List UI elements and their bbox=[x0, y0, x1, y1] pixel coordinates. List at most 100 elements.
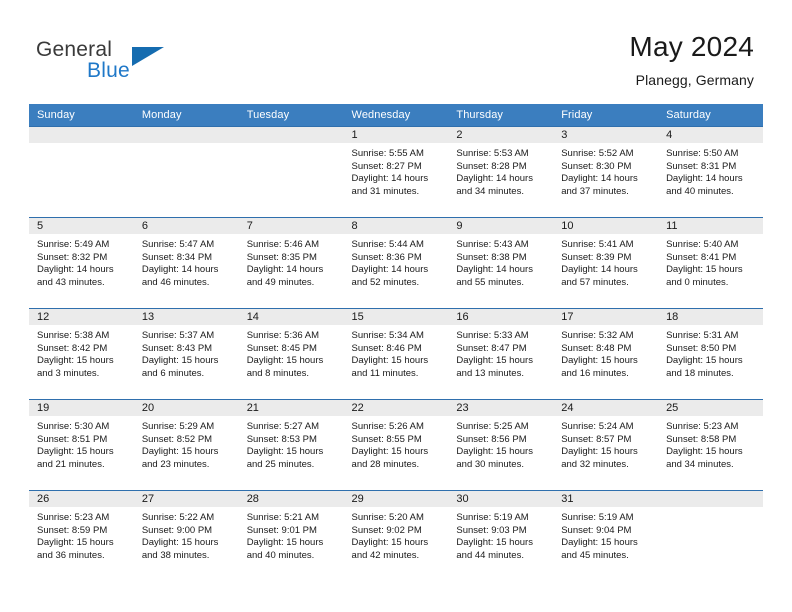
calendar-day-cell[interactable]: 18 Sunrise: 5:31 AM Sunset: 8:50 PM Dayligh… bbox=[658, 308, 763, 400]
calendar-day-cell[interactable]: 17 Sunrise: 5:32 AM Sunset: 8:48 PM Dayligh… bbox=[553, 308, 659, 400]
calendar-day-cell[interactable]: 10 Sunrise: 5:41 AM Sunset: 8:39 PM Dayligh… bbox=[553, 217, 659, 309]
day-detail-line: and 52 minutes. bbox=[351, 276, 420, 288]
calendar-day-cell[interactable]: 19 Sunrise: 5:30 AM Sunset: 8:51 PM Dayligh… bbox=[29, 399, 134, 491]
logo-triangle-icon bbox=[132, 47, 164, 66]
day-detail-line: Daylight: 15 hours bbox=[666, 264, 743, 276]
day-detail-line: Sunrise: 5:25 AM bbox=[456, 421, 529, 432]
day-detail-line: Sunrise: 5:41 AM bbox=[561, 239, 634, 250]
logo-text-blue: Blue bbox=[87, 59, 130, 82]
day-detail-line: Daylight: 14 hours bbox=[666, 173, 743, 185]
day-details: Sunrise: 5:46 AM Sunset: 8:35 PM Daylight:… bbox=[239, 234, 344, 289]
day-detail-line: Sunrise: 5:44 AM bbox=[351, 239, 424, 250]
calendar-empty-cell bbox=[133, 126, 239, 218]
day-number: 4 bbox=[658, 127, 763, 143]
day-number: 2 bbox=[448, 127, 554, 143]
day-details: Sunrise: 5:32 AM Sunset: 8:48 PM Daylight:… bbox=[553, 325, 658, 380]
calendar-day-cell[interactable]: 21 Sunrise: 5:27 AM Sunset: 8:53 PM Dayligh… bbox=[238, 399, 344, 491]
weekday-header-saturday: Saturday bbox=[658, 104, 763, 127]
calendar-day-cell[interactable]: 7 Sunrise: 5:46 AM Sunset: 8:35 PM Daylight… bbox=[238, 217, 344, 309]
day-detail-line: Sunset: 8:53 PM bbox=[246, 433, 317, 445]
day-detail-line: and 34 minutes. bbox=[666, 458, 734, 470]
day-detail-line: Daylight: 15 hours bbox=[37, 537, 114, 549]
calendar-day-cell[interactable]: 24 Sunrise: 5:24 AM Sunset: 8:57 PM Dayligh… bbox=[553, 399, 659, 491]
day-details: Sunrise: 5:21 AM Sunset: 9:01 PM Daylight:… bbox=[239, 507, 344, 562]
day-detail-line: Sunset: 8:43 PM bbox=[141, 342, 213, 354]
calendar-day-cell[interactable]: 25 Sunrise: 5:23 AM Sunset: 8:58 PM Dayligh… bbox=[658, 399, 763, 491]
calendar-day-cell[interactable]: 26 Sunrise: 5:23 AM Sunset: 8:59 PM Dayligh… bbox=[29, 490, 134, 581]
day-details: Sunrise: 5:22 AM Sunset: 9:00 PM Daylight:… bbox=[134, 507, 239, 562]
calendar-day-cell[interactable]: 15 Sunrise: 5:34 AM Sunset: 8:46 PM Dayligh… bbox=[343, 308, 449, 400]
calendar-day-cell[interactable]: 23 Sunrise: 5:25 AM Sunset: 8:56 PM Dayligh… bbox=[448, 399, 554, 491]
calendar-day-cell[interactable]: 28 Sunrise: 5:21 AM Sunset: 9:01 PM Dayligh… bbox=[238, 490, 344, 581]
weekday-header-row: Sunday Monday Tuesday Wednesday Thursday… bbox=[29, 104, 763, 127]
day-detail-line: Sunrise: 5:23 AM bbox=[37, 512, 110, 523]
day-detail-line: Sunrise: 5:50 AM bbox=[666, 148, 739, 159]
calendar-day-cell[interactable]: 6 Sunrise: 5:47 AM Sunset: 8:34 PM Daylight… bbox=[133, 217, 239, 309]
calendar-day-cell[interactable]: 8 Sunrise: 5:44 AM Sunset: 8:36 PM Daylight… bbox=[343, 217, 449, 309]
calendar-day-cell[interactable]: 29 Sunrise: 5:20 AM Sunset: 9:02 PM Dayligh… bbox=[343, 490, 449, 581]
day-detail-line: Daylight: 15 hours bbox=[666, 355, 743, 367]
calendar-head: Sunday Monday Tuesday Wednesday Thursday… bbox=[29, 104, 763, 127]
day-number: 26 bbox=[29, 491, 134, 507]
weekday-header-tuesday: Tuesday bbox=[238, 104, 344, 127]
calendar-grid: Sunday Monday Tuesday Wednesday Thursday… bbox=[29, 104, 763, 581]
calendar-day-cell[interactable]: 30 Sunrise: 5:19 AM Sunset: 9:03 PM Dayligh… bbox=[448, 490, 554, 581]
day-number: 13 bbox=[133, 309, 239, 325]
day-detail-line: and 46 minutes. bbox=[141, 276, 210, 288]
weekday-header-monday: Monday bbox=[133, 104, 239, 127]
day-detail-line: Sunrise: 5:47 AM bbox=[141, 239, 215, 250]
day-detail-line: Sunset: 8:35 PM bbox=[246, 251, 317, 263]
calendar-day-cell[interactable]: 16 Sunrise: 5:33 AM Sunset: 8:47 PM Dayligh… bbox=[448, 308, 554, 400]
day-detail-line: Sunset: 8:57 PM bbox=[561, 433, 632, 445]
page-subtitle: Planegg, Germany bbox=[635, 72, 754, 88]
calendar-day-cell[interactable]: 14 Sunrise: 5:36 AM Sunset: 8:45 PM Dayligh… bbox=[238, 308, 344, 400]
calendar-day-cell[interactable]: 22 Sunrise: 5:26 AM Sunset: 8:55 PM Dayligh… bbox=[343, 399, 449, 491]
day-detail-line: Sunset: 8:50 PM bbox=[666, 342, 737, 354]
day-detail-line: Sunrise: 5:33 AM bbox=[456, 330, 529, 341]
calendar-day-cell[interactable]: 11 Sunrise: 5:40 AM Sunset: 8:41 PM Dayligh… bbox=[658, 217, 763, 309]
day-detail-line: and 0 minutes. bbox=[666, 276, 729, 288]
day-detail-line: and 3 minutes. bbox=[37, 367, 100, 379]
day-detail-line: Sunrise: 5:52 AM bbox=[561, 148, 634, 159]
calendar-day-cell[interactable]: 4 Sunrise: 5:50 AM Sunset: 8:31 PM Daylight… bbox=[658, 126, 763, 218]
calendar-day-cell[interactable]: 20 Sunrise: 5:29 AM Sunset: 8:52 PM Dayligh… bbox=[133, 399, 239, 491]
calendar-day-cell[interactable]: 27 Sunrise: 5:22 AM Sunset: 9:00 PM Dayligh… bbox=[133, 490, 239, 581]
day-detail-line: Daylight: 15 hours bbox=[351, 446, 429, 458]
day-detail-line: Sunset: 8:58 PM bbox=[666, 433, 737, 445]
day-details: Sunrise: 5:23 AM Sunset: 8:59 PM Daylight:… bbox=[29, 507, 134, 562]
day-detail-line: Sunrise: 5:23 AM bbox=[666, 421, 739, 432]
day-number: 15 bbox=[343, 309, 449, 325]
calendar-table: Sunday Monday Tuesday Wednesday Thursday… bbox=[29, 104, 763, 581]
day-detail-line: Daylight: 14 hours bbox=[246, 264, 324, 276]
day-detail-line: Daylight: 14 hours bbox=[351, 264, 429, 276]
day-detail-line: and 21 minutes. bbox=[37, 458, 105, 470]
calendar-day-cell[interactable]: 31 Sunrise: 5:19 AM Sunset: 9:04 PM Dayligh… bbox=[553, 490, 659, 581]
general-blue-logo[interactable]: General Blue bbox=[36, 38, 236, 88]
day-number: 6 bbox=[133, 218, 239, 234]
weekday-header-wednesday: Wednesday bbox=[343, 104, 449, 127]
day-number: 20 bbox=[133, 400, 239, 416]
day-number: 7 bbox=[238, 218, 344, 234]
day-details: Sunrise: 5:27 AM Sunset: 8:53 PM Daylight:… bbox=[239, 416, 344, 471]
calendar-day-cell[interactable]: 12 Sunrise: 5:38 AM Sunset: 8:42 PM Dayligh… bbox=[29, 308, 134, 400]
calendar-day-cell[interactable]: 9 Sunrise: 5:43 AM Sunset: 8:38 PM Daylight… bbox=[448, 217, 554, 309]
calendar-day-cell[interactable]: 2 Sunrise: 5:53 AM Sunset: 8:28 PM Daylight… bbox=[448, 126, 554, 218]
day-details: Sunrise: 5:20 AM Sunset: 9:02 PM Daylight:… bbox=[344, 507, 449, 562]
day-detail-line: Sunrise: 5:40 AM bbox=[666, 239, 739, 250]
day-detail-line: Sunrise: 5:29 AM bbox=[141, 421, 215, 432]
day-detail-line: Daylight: 15 hours bbox=[456, 537, 533, 549]
day-detail-line: Daylight: 15 hours bbox=[141, 446, 219, 458]
day-detail-line: Sunset: 9:01 PM bbox=[246, 524, 317, 536]
day-details: Sunrise: 5:50 AM Sunset: 8:31 PM Daylight:… bbox=[658, 143, 763, 198]
calendar-day-cell[interactable]: 13 Sunrise: 5:37 AM Sunset: 8:43 PM Dayligh… bbox=[133, 308, 239, 400]
calendar-day-cell[interactable]: 3 Sunrise: 5:52 AM Sunset: 8:30 PM Daylight… bbox=[553, 126, 659, 218]
day-detail-line: Sunset: 8:45 PM bbox=[246, 342, 317, 354]
day-details: Sunrise: 5:41 AM Sunset: 8:39 PM Daylight:… bbox=[553, 234, 658, 289]
day-details: Sunrise: 5:31 AM Sunset: 8:50 PM Daylight:… bbox=[658, 325, 763, 380]
day-detail-line: Sunset: 8:55 PM bbox=[351, 433, 422, 445]
calendar-day-cell[interactable]: 1 Sunrise: 5:55 AM Sunset: 8:27 PM Daylight… bbox=[343, 126, 449, 218]
day-details: Sunrise: 5:25 AM Sunset: 8:56 PM Daylight:… bbox=[448, 416, 553, 471]
calendar-body: 1 Sunrise: 5:55 AM Sunset: 8:27 PM Daylight… bbox=[29, 126, 763, 581]
calendar-day-cell[interactable]: 5 Sunrise: 5:49 AM Sunset: 8:32 PM Daylight… bbox=[29, 217, 134, 309]
day-details: Sunrise: 5:40 AM Sunset: 8:41 PM Daylight:… bbox=[658, 234, 763, 289]
